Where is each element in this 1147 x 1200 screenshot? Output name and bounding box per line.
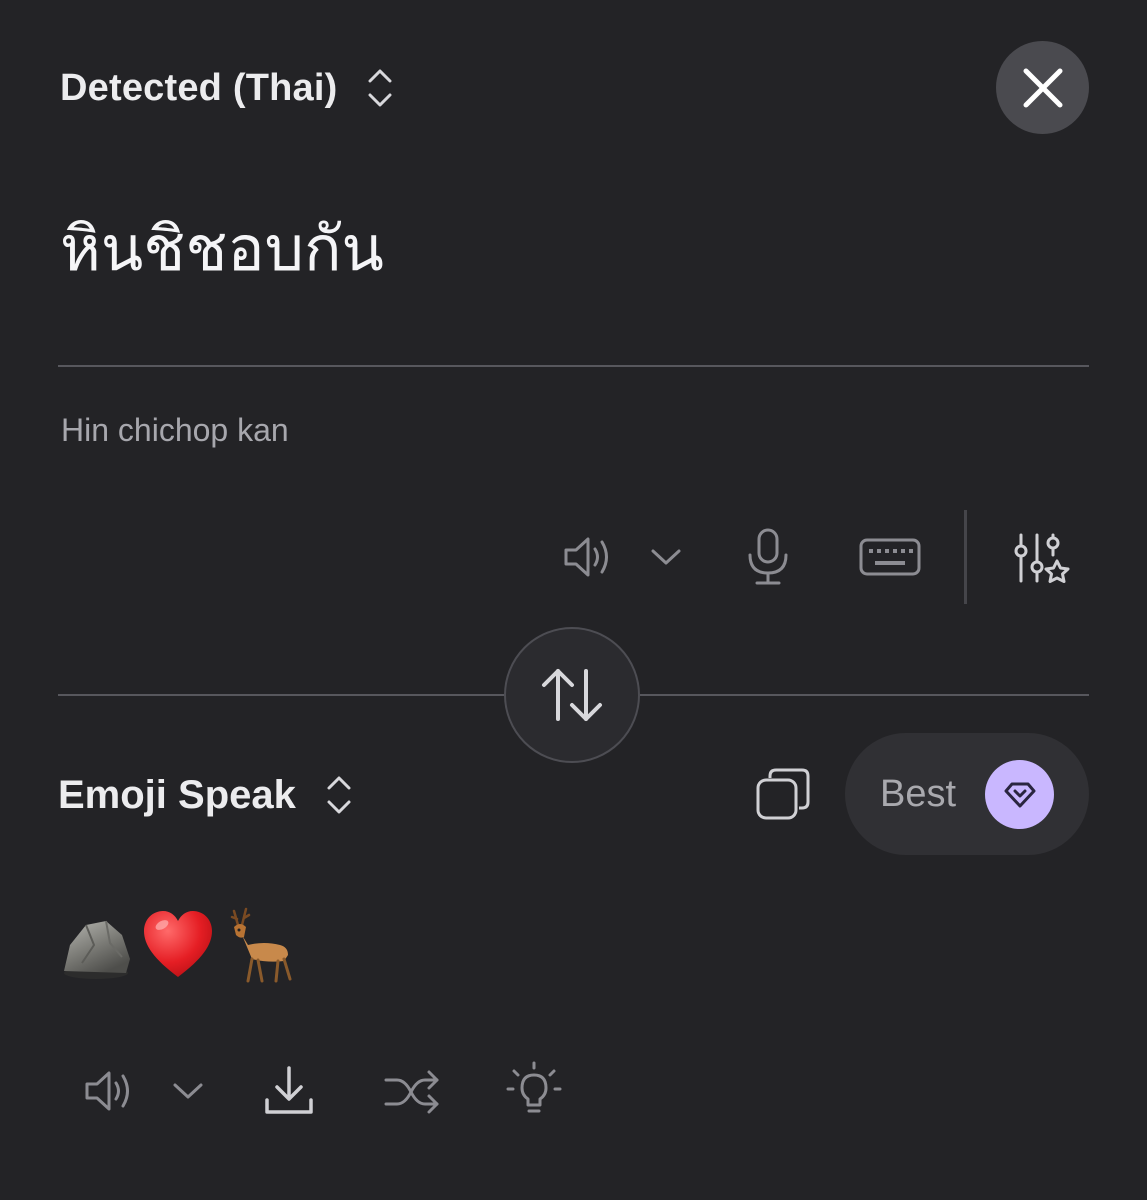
speaker-icon <box>560 532 614 582</box>
shuffle-button[interactable] <box>382 1066 442 1118</box>
source-speak-button[interactable] <box>558 528 616 586</box>
custom-settings-button[interactable] <box>1010 530 1072 590</box>
source-divider <box>58 365 1089 367</box>
source-language-label: Detected (Thai) <box>60 66 338 109</box>
target-language-selector[interactable]: Emoji Speak <box>58 765 352 825</box>
lightbulb-icon <box>506 1061 562 1119</box>
speaker-icon <box>81 1066 135 1116</box>
target-speak-button[interactable] <box>79 1064 137 1118</box>
translation-output[interactable] <box>60 905 296 985</box>
copy-icon <box>754 766 812 822</box>
toolbar-separator <box>964 510 967 604</box>
quality-selector-best[interactable]: Best <box>845 733 1089 855</box>
middle-divider-left <box>58 694 504 696</box>
diamond-icon <box>1003 781 1037 809</box>
swap-languages-button[interactable] <box>504 627 640 763</box>
keyboard-button[interactable] <box>858 535 922 579</box>
middle-divider-right <box>640 694 1089 696</box>
deer-emoji <box>224 905 296 985</box>
lightbulb-button[interactable] <box>505 1060 563 1120</box>
quality-label: Best <box>880 772 957 815</box>
settings-sliders-star-icon <box>1011 531 1071 589</box>
close-icon <box>1023 68 1063 108</box>
shuffle-icon <box>383 1068 441 1116</box>
download-button[interactable] <box>260 1062 318 1120</box>
updown-chevron-icon <box>367 66 393 110</box>
red-heart-emoji <box>142 905 214 985</box>
target-voice-dropdown[interactable] <box>168 1075 208 1107</box>
swap-arrows-icon <box>539 667 605 723</box>
keyboard-icon <box>859 537 921 577</box>
updown-chevron-icon <box>326 773 352 817</box>
microphone-button[interactable] <box>740 526 796 588</box>
chevron-down-icon <box>172 1081 204 1101</box>
transliteration-text: Hin chichop kan <box>61 412 289 448</box>
close-button[interactable] <box>996 41 1089 134</box>
rock-emoji <box>60 905 132 985</box>
microphone-icon <box>745 527 791 587</box>
source-voice-dropdown[interactable] <box>646 540 686 574</box>
target-language-label: Emoji Speak <box>58 772 296 817</box>
source-language-selector[interactable]: Detected (Thai) <box>60 58 393 118</box>
chevron-down-icon <box>650 547 682 567</box>
premium-badge <box>985 760 1054 829</box>
source-text[interactable]: หินชิชอบกัน <box>60 200 384 298</box>
copy-button[interactable] <box>752 764 814 824</box>
download-icon <box>263 1064 315 1118</box>
